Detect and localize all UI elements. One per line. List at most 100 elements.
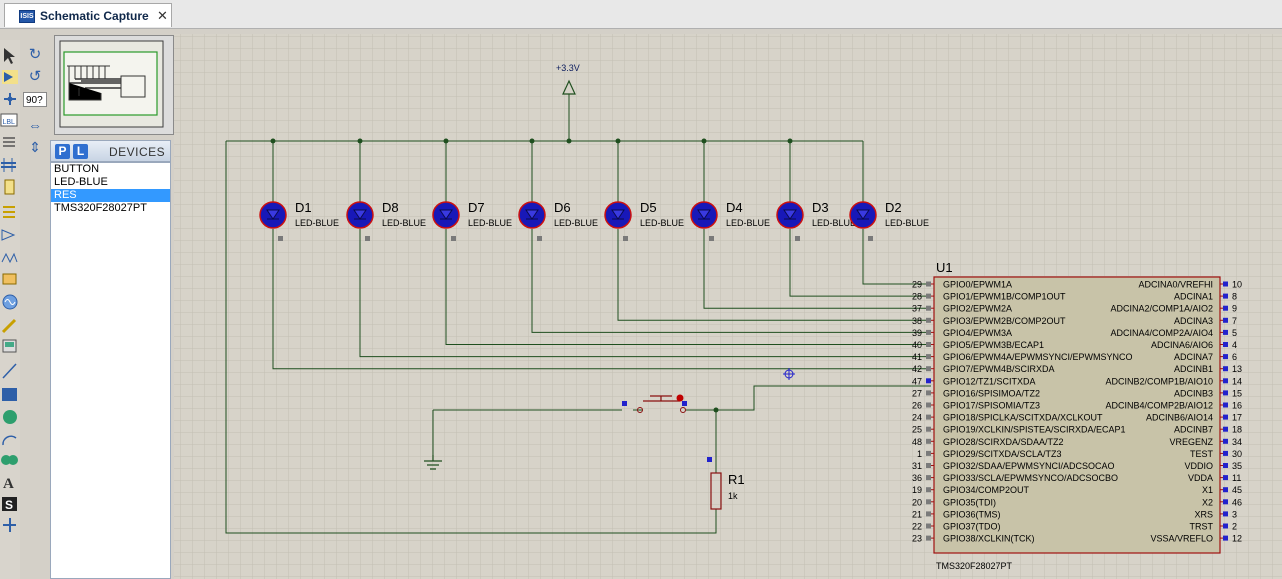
- marker-icon[interactable]: [3, 518, 16, 532]
- ic-left-pin[interactable]: 36 GPIO33/SCLA/EPWMSYNCO/ADCSOCBO: [912, 473, 1118, 483]
- pin-marker: [1223, 402, 1228, 408]
- power-label: +3.3V: [556, 63, 580, 73]
- pin-marker: [795, 236, 800, 241]
- generator-icon[interactable]: [2, 294, 18, 310]
- pin-name: GPIO37(TDO): [943, 522, 1001, 532]
- led-value: LED-BLUE: [468, 218, 512, 228]
- svg-text:LBL: LBL: [3, 119, 16, 126]
- pin-number: 47: [912, 376, 922, 386]
- arc-icon[interactable]: [2, 435, 17, 446]
- pin-marker: [1223, 354, 1228, 360]
- ic-right-pin[interactable]: 34 VREGENZ: [1169, 437, 1242, 447]
- devices-title: DEVICES: [109, 145, 166, 159]
- pin-name: GPIO0/EPWM1A: [943, 280, 1012, 290]
- pin-name: TEST: [1190, 449, 1214, 459]
- pin-number: 48: [912, 437, 922, 447]
- library-manager-button[interactable]: L: [73, 144, 88, 159]
- junction-dot: [701, 138, 707, 144]
- terminal-icon[interactable]: [3, 206, 15, 218]
- led-ref: D1: [295, 200, 312, 215]
- device-pin-icon[interactable]: [1, 229, 16, 241]
- bus-icon[interactable]: [1, 158, 16, 172]
- pin-number: 21: [912, 509, 922, 519]
- pin-marker: [926, 499, 931, 505]
- list-item[interactable]: TMS320F28027PT: [51, 202, 170, 215]
- svg-text:S: S: [5, 498, 13, 512]
- text-icon[interactable]: A: [3, 476, 14, 492]
- pin-marker: [926, 487, 931, 493]
- junction-dot: [529, 138, 535, 144]
- pin-number: 6: [1232, 352, 1237, 362]
- ic-right-pin[interactable]: 13 ADCINB1: [1174, 364, 1242, 374]
- schematic-drawing[interactable]: +3.3V D1 LED-BLUE D8 LED-BLUE D7 LED-BLUE D6 LE…: [174, 34, 1282, 579]
- pin-marker: [926, 281, 931, 287]
- ic-u1[interactable]: U1 29 GPIO0/EPWM1A28 GPIO1/EPWM1B/COMP1OUT…: [912, 260, 1242, 571]
- pin-name: X2: [1202, 497, 1213, 507]
- mirror-vertical-icon[interactable]: ⇕: [26, 138, 44, 156]
- pin-name: TRST: [1190, 522, 1214, 532]
- pin-marker: [1223, 499, 1228, 505]
- ic-right-pin[interactable]: 15 ADCINB3: [1174, 388, 1242, 398]
- select-icon[interactable]: [4, 48, 15, 64]
- line-icon[interactable]: [2, 363, 17, 379]
- pin-marker: [1223, 281, 1228, 287]
- list-item-selected[interactable]: RES: [51, 189, 170, 202]
- pick-device-button[interactable]: P: [55, 144, 70, 159]
- tab-schematic-capture[interactable]: ISIS Schematic Capture ✕: [4, 3, 172, 27]
- pin-marker: [709, 236, 714, 241]
- schematic-canvas[interactable]: +3.3V D1 LED-BLUE D8 LED-BLUE D7 LED-BLUE D6 LE…: [174, 34, 1282, 579]
- symbol-icon[interactable]: S: [2, 497, 17, 512]
- pin-marker: [278, 236, 283, 241]
- subcircuit-icon[interactable]: [4, 179, 15, 195]
- pin-marker: [1223, 329, 1228, 335]
- devices-header: P L DEVICES: [50, 140, 171, 162]
- rotate-clockwise-icon[interactable]: ↻: [26, 46, 44, 64]
- overview-window[interactable]: [54, 35, 174, 135]
- ic-left-pin[interactable]: 41 GPIO6/EPWM4A/EPWMSYNCI/EPWMSYNCO: [912, 352, 1133, 362]
- close-icon[interactable]: ✕: [157, 8, 168, 24]
- ic-left-pin[interactable]: 25 GPIO19/XCLKIN/SPISTEA/SCIRXDA/ECAP1: [912, 425, 1126, 435]
- list-item[interactable]: LED-BLUE: [51, 176, 170, 189]
- text-script-icon[interactable]: [3, 137, 15, 147]
- probe-icon[interactable]: [1, 318, 17, 334]
- pin-marker: [1223, 535, 1228, 541]
- list-item[interactable]: BUTTON: [51, 163, 170, 176]
- pin-marker: [1223, 438, 1228, 444]
- pin-name: ADCINB2/COMP1B/AIO10: [1105, 376, 1213, 386]
- pin-number: 1: [917, 449, 922, 459]
- pin-name: GPIO19/XCLKIN/SPISTEA/SCIRXDA/ECAP1: [943, 425, 1126, 435]
- instrument-icon[interactable]: [2, 339, 17, 353]
- junction-icon[interactable]: [4, 93, 16, 105]
- led-ref: D2: [885, 200, 902, 215]
- box-icon[interactable]: [2, 388, 17, 401]
- mode-toolbar: LBL A S: [0, 40, 20, 579]
- wire-label-icon[interactable]: LBL: [0, 113, 18, 127]
- component-icon[interactable]: [2, 70, 18, 84]
- pin-name: GPIO35(TDI): [943, 497, 996, 507]
- pin-number: 28: [912, 292, 922, 302]
- rotate-anticlockwise-icon[interactable]: ↺: [26, 68, 44, 86]
- pin-marker: [926, 378, 931, 384]
- pin-number: 46: [1232, 497, 1242, 507]
- pin-marker: [926, 402, 931, 408]
- junction-dot: [615, 138, 621, 144]
- pin-marker: [926, 535, 931, 541]
- pin-number: 25: [912, 425, 922, 435]
- pin-number: 41: [912, 352, 922, 362]
- pin-name: X1: [1202, 485, 1213, 495]
- pin-name: GPIO3/EPWM2B/COMP2OUT: [943, 316, 1066, 326]
- pin-number: 29: [912, 280, 922, 290]
- tape-icon[interactable]: [2, 273, 17, 285]
- graph-icon[interactable]: [1, 252, 18, 264]
- pin-number: 34: [1232, 437, 1242, 447]
- pin-name: GPIO29/SCITXDA/SCLA/TZ3: [943, 449, 1062, 459]
- ic-right-pin[interactable]: 18 ADCINB7: [1174, 425, 1242, 435]
- pin-marker: [1223, 475, 1228, 481]
- circle-icon[interactable]: [3, 410, 17, 424]
- pin-name: GPIO7/EPWM4B/SCIRXDA: [943, 364, 1055, 374]
- ic-left-pin[interactable]: 31 GPIO32/SDAA/EPWMSYNCI/ADCSOCAO: [912, 461, 1115, 471]
- path-icon[interactable]: [1, 455, 18, 465]
- rotation-angle-field[interactable]: 90?: [23, 92, 47, 107]
- pin-number: 45: [1232, 485, 1242, 495]
- mirror-horizontal-icon[interactable]: ⇔: [26, 116, 44, 134]
